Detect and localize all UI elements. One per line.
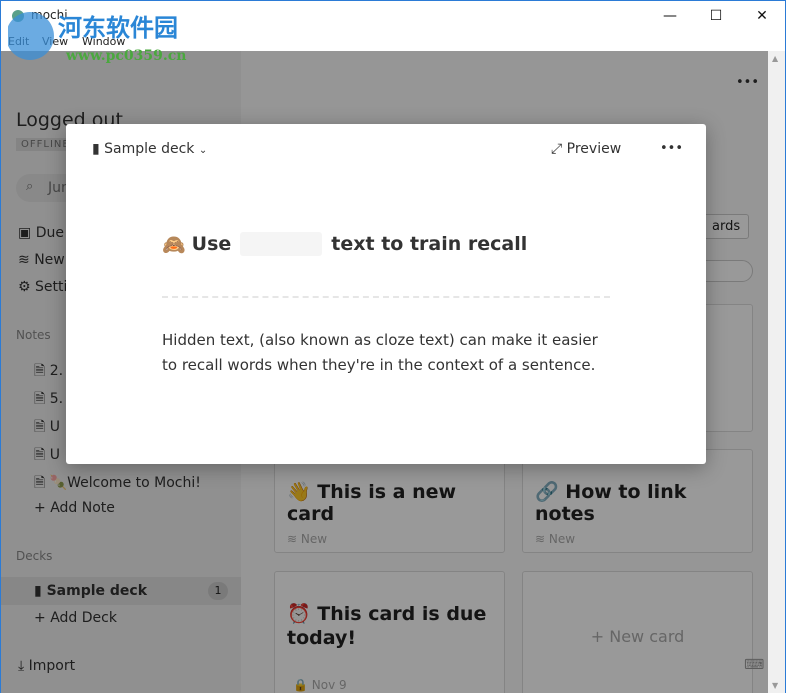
divider bbox=[162, 296, 610, 298]
menu-view[interactable]: View bbox=[42, 35, 68, 48]
see-no-evil-monkey-icon: 🙈 bbox=[162, 233, 186, 256]
deck-selector[interactable]: ▮ Sample deck ⌄ bbox=[92, 141, 207, 157]
label: Sample deck bbox=[104, 141, 195, 157]
app-window: mochi — ☐ ✕ Edit View Window Logged out … bbox=[0, 0, 786, 693]
scrollbar[interactable]: ▲ ▼ bbox=[768, 51, 785, 693]
menu-bar: Edit View Window bbox=[1, 31, 785, 51]
maximize-button[interactable]: ☐ bbox=[701, 5, 731, 27]
label: Preview bbox=[566, 141, 622, 157]
card-preview-modal: ▮ Sample deck ⌄ ⤢ Preview ••• 🙈 Use text… bbox=[66, 124, 706, 464]
scroll-down-icon[interactable]: ▼ bbox=[772, 681, 778, 690]
close-button[interactable]: ✕ bbox=[747, 5, 777, 27]
title-bar: mochi — ☐ ✕ bbox=[1, 1, 785, 31]
menu-window[interactable]: Window bbox=[82, 35, 125, 48]
minimize-button[interactable]: — bbox=[655, 5, 685, 27]
app-icon bbox=[12, 10, 24, 22]
menu-edit[interactable]: Edit bbox=[8, 35, 29, 48]
heading-text: text to train recall bbox=[331, 233, 528, 255]
preview-button[interactable]: ⤢ Preview bbox=[551, 141, 621, 157]
expand-icon: ⤢ bbox=[551, 141, 563, 157]
window-title: mochi bbox=[31, 8, 68, 22]
cloze-hidden-text[interactable] bbox=[240, 232, 323, 256]
scroll-up-icon[interactable]: ▲ bbox=[772, 54, 778, 63]
card-body: Hidden text, (also known as cloze text) … bbox=[162, 331, 598, 374]
heading-text: Use bbox=[191, 233, 232, 255]
more-options-button[interactable]: ••• bbox=[660, 141, 683, 156]
card-heading: 🙈 Use text to train recall bbox=[162, 232, 527, 256]
chevron-down-icon: ⌄ bbox=[198, 145, 208, 156]
